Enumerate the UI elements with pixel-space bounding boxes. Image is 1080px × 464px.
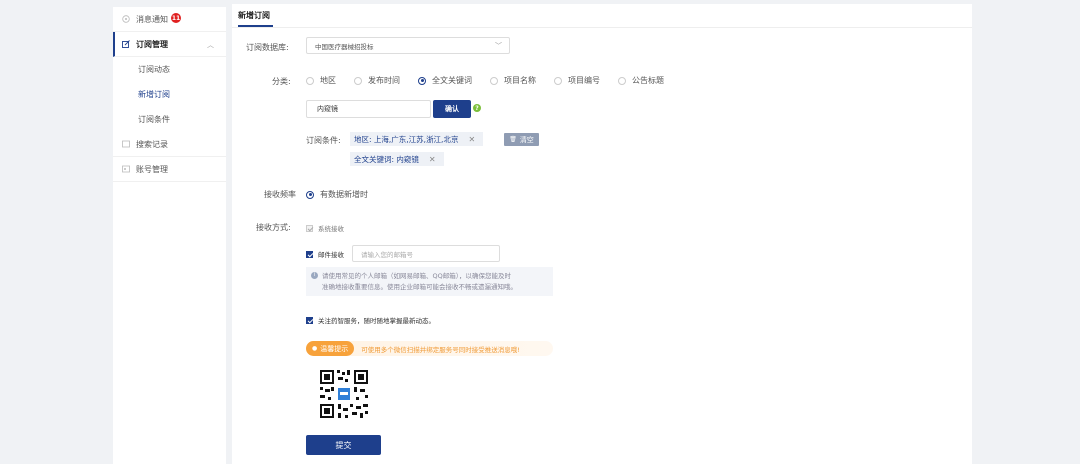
checkbox-follow-service[interactable]: 关注药智服务，随时随地掌握最新动态。: [306, 315, 435, 325]
tab-bar: 新增订阅: [232, 4, 972, 28]
main-panel: 新增订阅 订阅数据库: 中国医疗器械招投标 ﹀ 分类: 地区 发布时间 全文关键…: [232, 4, 972, 464]
close-icon[interactable]: ✕: [468, 135, 475, 144]
checkbox-email-receive[interactable]: 邮件接收: [306, 249, 344, 259]
notification-badge: 11: [171, 13, 181, 23]
checkbox-label: 关注药智服务，随时随地掌握最新动态。: [318, 317, 435, 325]
database-value: 中国医疗器械招投标: [315, 42, 374, 51]
email-info-box: i 请使用常见的个人邮箱（如网易邮箱、QQ邮箱），以确保您能及时 准确地接收重要…: [306, 267, 553, 296]
radio-label: 项目名称: [504, 76, 536, 85]
checkbox-label: 邮件接收: [318, 251, 344, 259]
sidebar-item-search-history[interactable]: 搜索记录: [113, 132, 226, 157]
bell-icon: [122, 15, 130, 23]
radio-label: 发布时间: [368, 76, 400, 85]
info-icon: i: [311, 272, 318, 279]
tip-badge: ● 温馨提示: [306, 341, 355, 356]
tab-indicator: [238, 25, 273, 27]
radio-project-name[interactable]: 项目名称: [490, 75, 536, 86]
category-radio-group: 地区 发布时间 全文关键词 项目名称 项目编号 公告标题: [306, 75, 682, 86]
radio-label: 地区: [320, 76, 336, 85]
sidebar-subitem-new-subscription[interactable]: 新增订阅: [113, 82, 226, 107]
clear-label: 清空: [519, 135, 534, 144]
category-label: 分类:: [272, 77, 291, 86]
edit-icon: [122, 40, 130, 48]
radio-publish-time[interactable]: 发布时间: [354, 75, 400, 86]
radio-dot: [306, 190, 314, 199]
checkbox-box: [306, 316, 313, 324]
info-text-line2: 准确地接收重要信息。使用企业邮箱可能会接收不畅或遗漏通知哦。: [322, 283, 517, 291]
radio-dot: [418, 76, 426, 85]
chevron-down-icon: ﹀: [495, 42, 502, 50]
method-label: 接收方式:: [256, 223, 291, 232]
sidebar-item-label: 订阅管理: [136, 39, 168, 49]
sidebar-item-account[interactable]: 账号管理: [113, 157, 226, 182]
radio-label: 项目编号: [568, 76, 600, 85]
database-select[interactable]: 中国医疗器械招投标 ﹀: [306, 37, 510, 54]
radio-dot: [554, 76, 562, 85]
confirm-button[interactable]: 确认: [433, 100, 471, 118]
info-text-line1: 请使用常见的个人邮箱（如网易邮箱、QQ邮箱），以确保您能及时: [322, 272, 511, 280]
conditions-label: 订阅条件:: [306, 136, 341, 145]
clear-button[interactable]: 🗑 清空: [504, 133, 539, 146]
database-label: 订阅数据库:: [246, 43, 289, 52]
radio-dot: [618, 76, 626, 85]
checkbox-box: [306, 250, 313, 258]
checkbox-label: 系统接收: [318, 225, 344, 233]
chevron-up-icon: ︿: [207, 41, 214, 49]
tag-text: 地区: 上海,广东,江苏,浙江,北京: [354, 134, 459, 144]
radio-dot: [306, 76, 314, 85]
tag-text: 全文关键词: 内窥镜: [354, 154, 419, 164]
checkbox-system-receive: 系统接收: [306, 223, 344, 233]
sidebar-item-notifications[interactable]: 消息通知 11: [113, 7, 226, 32]
sidebar-item-subscription[interactable]: 订阅管理 ︿: [113, 32, 226, 57]
radio-label: 公告标题: [632, 76, 664, 85]
tip-banner: ● 温馨提示 可使用多个微信扫描并绑定服务号同时接受推送消息哦!: [306, 341, 553, 356]
checkbox-box: [306, 224, 313, 232]
condition-tag-region: 地区: 上海,广东,江苏,浙江,北京 ✕: [350, 132, 484, 146]
sidebar-subitem-subscription-conditions[interactable]: 订阅条件: [113, 107, 226, 132]
help-icon[interactable]: ?: [473, 104, 481, 112]
radio-label: 有数据新增时: [320, 190, 368, 199]
radio-dot: [354, 76, 362, 85]
user-icon: [122, 165, 130, 173]
list-icon: [122, 140, 130, 148]
radio-region[interactable]: 地区: [306, 75, 336, 86]
sidebar-item-label: 消息通知: [136, 14, 168, 24]
sidebar-item-label: 搜索记录: [136, 139, 168, 149]
frequency-label: 接收频率: [264, 190, 296, 199]
tip-text: 可使用多个微信扫描并绑定服务号同时接受推送消息哦!: [361, 345, 520, 354]
radio-on-new-data[interactable]: 有数据新增时: [306, 189, 368, 200]
radio-dot: [490, 76, 498, 85]
radio-fulltext-keyword[interactable]: 全文关键词: [418, 75, 472, 86]
sidebar: 消息通知 11 订阅管理 ︿ 订阅动态 新增订阅 订阅条件 搜索记录 账号管理: [113, 7, 226, 464]
tab-new-subscription[interactable]: 新增订阅: [238, 10, 270, 21]
submit-button[interactable]: 提交: [306, 435, 381, 455]
sidebar-item-label: 账号管理: [136, 164, 168, 174]
qr-code: [314, 364, 374, 424]
radio-project-number[interactable]: 项目编号: [554, 75, 600, 86]
keyword-input[interactable]: 内窥镜: [306, 100, 431, 118]
radio-label: 全文关键词: [432, 76, 472, 85]
close-icon[interactable]: ✕: [429, 155, 436, 164]
trash-icon: 🗑: [509, 136, 517, 143]
sidebar-subitem-subscription-feed[interactable]: 订阅动态: [113, 57, 226, 82]
bulb-icon: ●: [312, 345, 318, 352]
tip-badge-label: 温馨提示: [320, 344, 349, 353]
radio-announcement-title[interactable]: 公告标题: [618, 75, 664, 86]
condition-tag-keyword: 全文关键词: 内窥镜 ✕: [350, 152, 444, 166]
email-input[interactable]: 请输入您的邮箱号: [352, 245, 500, 262]
